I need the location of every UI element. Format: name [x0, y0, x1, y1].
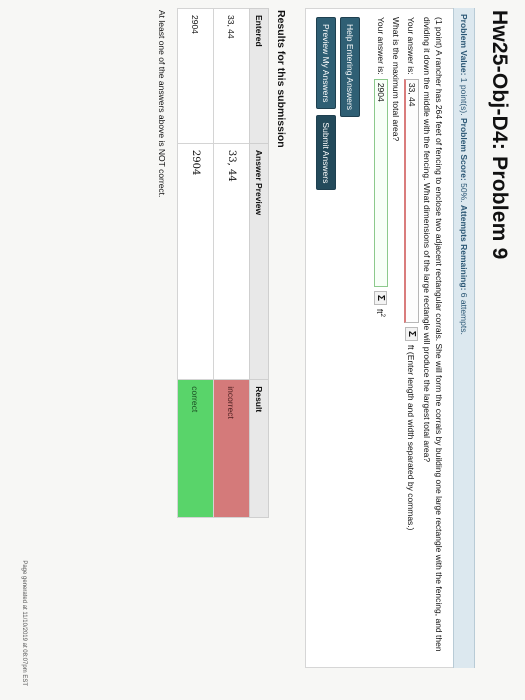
header-result: Result — [249, 379, 269, 518]
answer-hint-1: ft (Enter length and width separated by … — [406, 344, 417, 531]
problem-info-bar: Problem Value: 1 point(s). Problem Score… — [453, 8, 475, 668]
attempts-label: Attempts Remaining: — [459, 204, 469, 291]
problem-value-label: Problem Value: — [459, 14, 469, 76]
table-row: 33, 44 33, 44 incorrect — [213, 8, 250, 518]
problem-score: 50%. — [459, 183, 469, 203]
problem-score-label: Problem Score: — [459, 117, 469, 181]
help-row: Help Entering Answers — [340, 17, 360, 659]
results-summary: At least one of the answers above is NOT… — [157, 10, 167, 198]
equation-editor-icon[interactable]: Σ — [374, 290, 388, 305]
problem-page: Hw25-Obj-D4: Problem 9 Problem Value: 1 … — [157, 8, 515, 668]
result-cell-correct: correct — [177, 379, 214, 518]
table-row: 2904 2904 correct — [177, 8, 214, 518]
preview-cell: 33, 44 — [213, 143, 250, 380]
screen: Hw25-Obj-D4: Problem 9 Problem Value: 1 … — [0, 0, 525, 700]
attempts-remaining: 6 attempts. — [459, 292, 469, 335]
results-title: Results for this submission — [275, 10, 287, 148]
problem-body: (1 point) A rancher has 264 feet of fenc… — [305, 8, 453, 668]
header-answer-preview: Answer Preview — [249, 143, 269, 380]
dimensions-answer-input[interactable]: 33, 44 — [404, 78, 419, 323]
preview-cell: 2904 — [177, 143, 214, 380]
question-2-prompt: What is the maximum total area? — [391, 17, 401, 142]
page-footer: Page generated at 11/10/2019 at 08:07pm … — [21, 560, 27, 686]
equation-editor-icon[interactable]: Σ — [405, 326, 418, 341]
answer-label-2: Your answer is: — [376, 17, 386, 75]
area-unit: ft2 — [374, 309, 388, 317]
answer-label-1: Your answer is: — [406, 17, 417, 75]
entered-cell: 2904 — [177, 8, 214, 144]
result-cell-incorrect: incorrect — [213, 379, 250, 518]
submit-answers-button[interactable]: Submit Answers — [316, 115, 336, 191]
answer-line-1: Your answer is: 33, 44 Σ ft (Enter lengt… — [404, 17, 419, 659]
answer-line-2: Your answer is: 2904 Σ ft2 — [374, 17, 388, 659]
area-answer-input[interactable]: 2904 — [374, 78, 388, 287]
header-entered: Entered — [249, 8, 269, 144]
preview-answers-button[interactable]: Preview My Answers — [316, 17, 336, 110]
submit-row: Preview My Answers Submit Answers — [316, 17, 336, 659]
problem-text: (1 point) A rancher has 264 feet of fenc… — [422, 17, 444, 652]
help-entering-answers-button[interactable]: Help Entering Answers — [340, 17, 360, 117]
area-unit-exponent: 2 — [378, 313, 385, 317]
problem-value: 1 point(s). — [459, 77, 469, 116]
entered-cell: 33, 44 — [213, 8, 250, 144]
results-header-row: Entered Answer Preview Result — [249, 8, 269, 518]
results-table: Entered Answer Preview Result 33, 44 33,… — [177, 8, 269, 518]
page-title: Hw25-Obj-D4: Problem 9 — [488, 10, 511, 260]
